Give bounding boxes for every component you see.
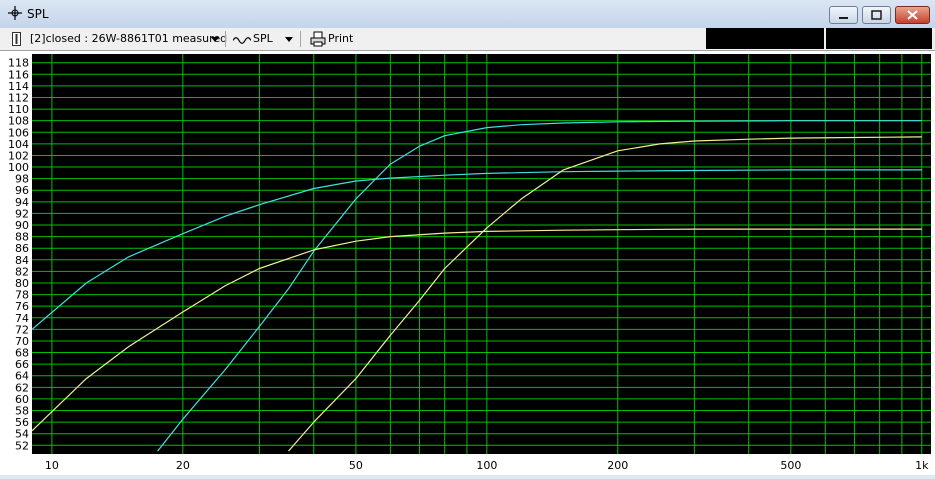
x-tick-label: 100: [476, 459, 497, 472]
y-tick-label: 80: [15, 277, 29, 290]
y-tick-label: 70: [15, 335, 29, 348]
y-tick-label: 116: [8, 68, 29, 81]
x-tick-label: 10: [45, 459, 59, 472]
x-tick-label: 200: [607, 459, 628, 472]
y-tick-label: 74: [15, 312, 29, 325]
printer-icon[interactable]: [310, 31, 326, 47]
close-button[interactable]: [895, 6, 930, 24]
minimize-button[interactable]: [829, 6, 858, 24]
x-tick-label: 500: [780, 459, 801, 472]
close-icon: [907, 10, 918, 20]
y-tick-label: 104: [8, 138, 29, 151]
y-tick-label: 118: [8, 57, 29, 70]
y-tick-label: 106: [8, 126, 29, 139]
y-tick-label: 94: [15, 196, 29, 209]
y-tick-label: 56: [15, 416, 29, 429]
readout-display-right: [826, 28, 932, 49]
y-tick-label: 108: [8, 115, 29, 128]
maximize-button[interactable]: [862, 6, 891, 24]
spl-chart[interactable]: 5254565860626466687072747678808284868890…: [0, 51, 935, 475]
y-tick-label: 90: [15, 219, 29, 232]
y-tick-label: 66: [15, 358, 29, 371]
title-bar: SPL: [0, 0, 935, 28]
window-title: SPL: [27, 7, 49, 21]
y-tick-label: 60: [15, 393, 29, 406]
y-tick-label: 82: [15, 265, 29, 278]
y-tick-label: 88: [15, 231, 29, 244]
y-tick-label: 112: [8, 91, 29, 104]
y-tick-label: 86: [15, 242, 29, 255]
view-select[interactable]: SPL: [253, 30, 273, 48]
plot-background: [32, 54, 931, 454]
y-tick-label: 72: [15, 323, 29, 336]
y-tick-label: 76: [15, 300, 29, 313]
y-tick-label: 110: [8, 103, 29, 116]
y-tick-label: 64: [15, 370, 29, 383]
y-tick-label: 100: [8, 161, 29, 174]
maximize-icon: [871, 10, 882, 20]
sine-wave-icon: [233, 37, 251, 44]
y-tick-label: 52: [15, 439, 29, 452]
minimize-icon: [839, 17, 848, 19]
toolbar-divider: [300, 31, 301, 47]
y-tick-label: 78: [15, 289, 29, 302]
y-tick-label: 98: [15, 173, 29, 186]
y-tick-label: 114: [8, 80, 29, 93]
y-tick-label: 58: [15, 405, 29, 418]
y-tick-label: 54: [15, 428, 29, 441]
project-dropdown-icon[interactable]: [211, 37, 219, 42]
y-tick-label: 84: [15, 254, 29, 267]
y-tick-label: 102: [8, 149, 29, 162]
view-dropdown-icon[interactable]: [285, 37, 293, 42]
y-tick-label: 92: [15, 207, 29, 220]
readout-display-left: [706, 28, 824, 49]
x-tick-label: 20: [176, 459, 190, 472]
crosshair-icon: [8, 6, 22, 20]
y-tick-label: 62: [15, 381, 29, 394]
y-tick-label: 96: [15, 184, 29, 197]
document-icon: [12, 32, 21, 46]
x-tick-label: 50: [349, 459, 363, 472]
spl-plot[interactable]: 52 54 56 58 60 62 64 66 68 70 72 74 76 78 80 82 84 86 88 90…: [0, 51, 935, 475]
y-tick-label: 68: [15, 347, 29, 360]
x-tick-label: 1k: [915, 459, 929, 472]
project-select[interactable]: [2]closed : 26W-8861T01 measured: [30, 30, 227, 48]
print-button[interactable]: Print: [328, 30, 353, 48]
toolbar-divider: [225, 31, 226, 47]
